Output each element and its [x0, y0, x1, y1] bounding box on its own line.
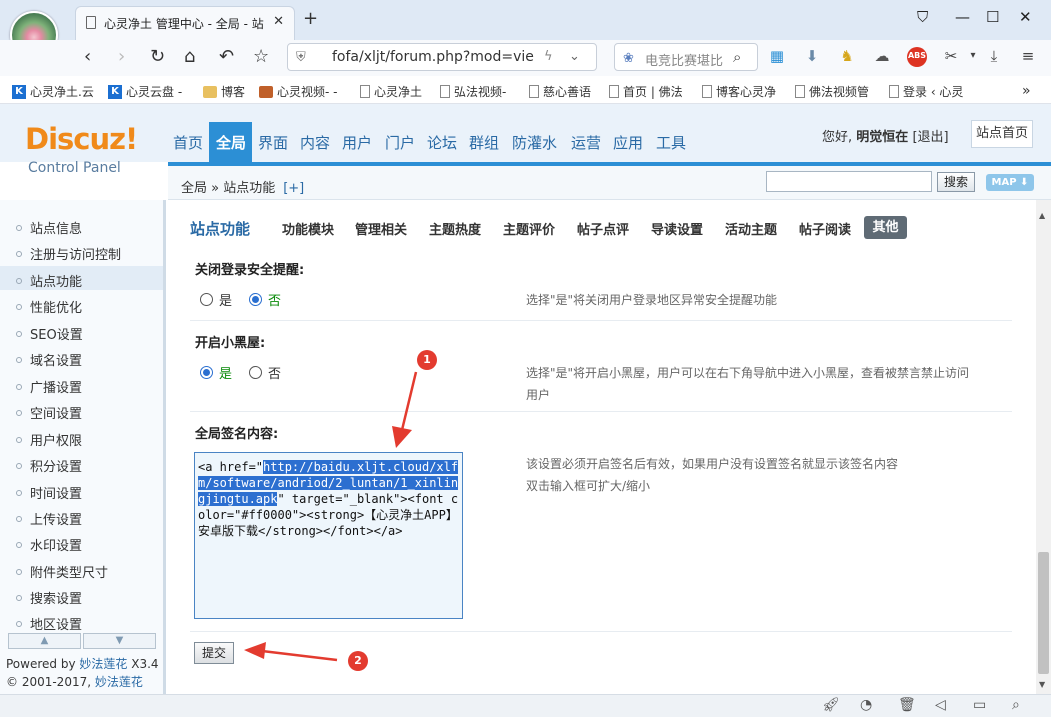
- zoom-icon[interactable]: ⌕: [1012, 697, 1020, 713]
- scrollbar-thumb[interactable]: [1038, 552, 1049, 674]
- annotation-arrows: [244, 371, 418, 662]
- speedometer-icon[interactable]: ◔: [860, 697, 872, 713]
- scroll-down-icon[interactable]: ▼: [1039, 680, 1045, 689]
- volume-icon[interactable]: ◁: [935, 697, 946, 713]
- window-icon[interactable]: ▭: [973, 697, 986, 713]
- trash-icon[interactable]: 🗑︎: [898, 697, 916, 713]
- browser-statusbar: [0, 694, 1051, 717]
- annotation-arrow-1-head: [392, 426, 412, 448]
- annotation-arrow-1-line: [400, 371, 418, 431]
- rocket-icon[interactable]: 🚀︎: [822, 697, 840, 713]
- annotation-arrow-2-head: [244, 642, 266, 659]
- scroll-up-icon[interactable]: ▲: [1039, 211, 1045, 220]
- annotation-arrow-2-line: [261, 649, 338, 662]
